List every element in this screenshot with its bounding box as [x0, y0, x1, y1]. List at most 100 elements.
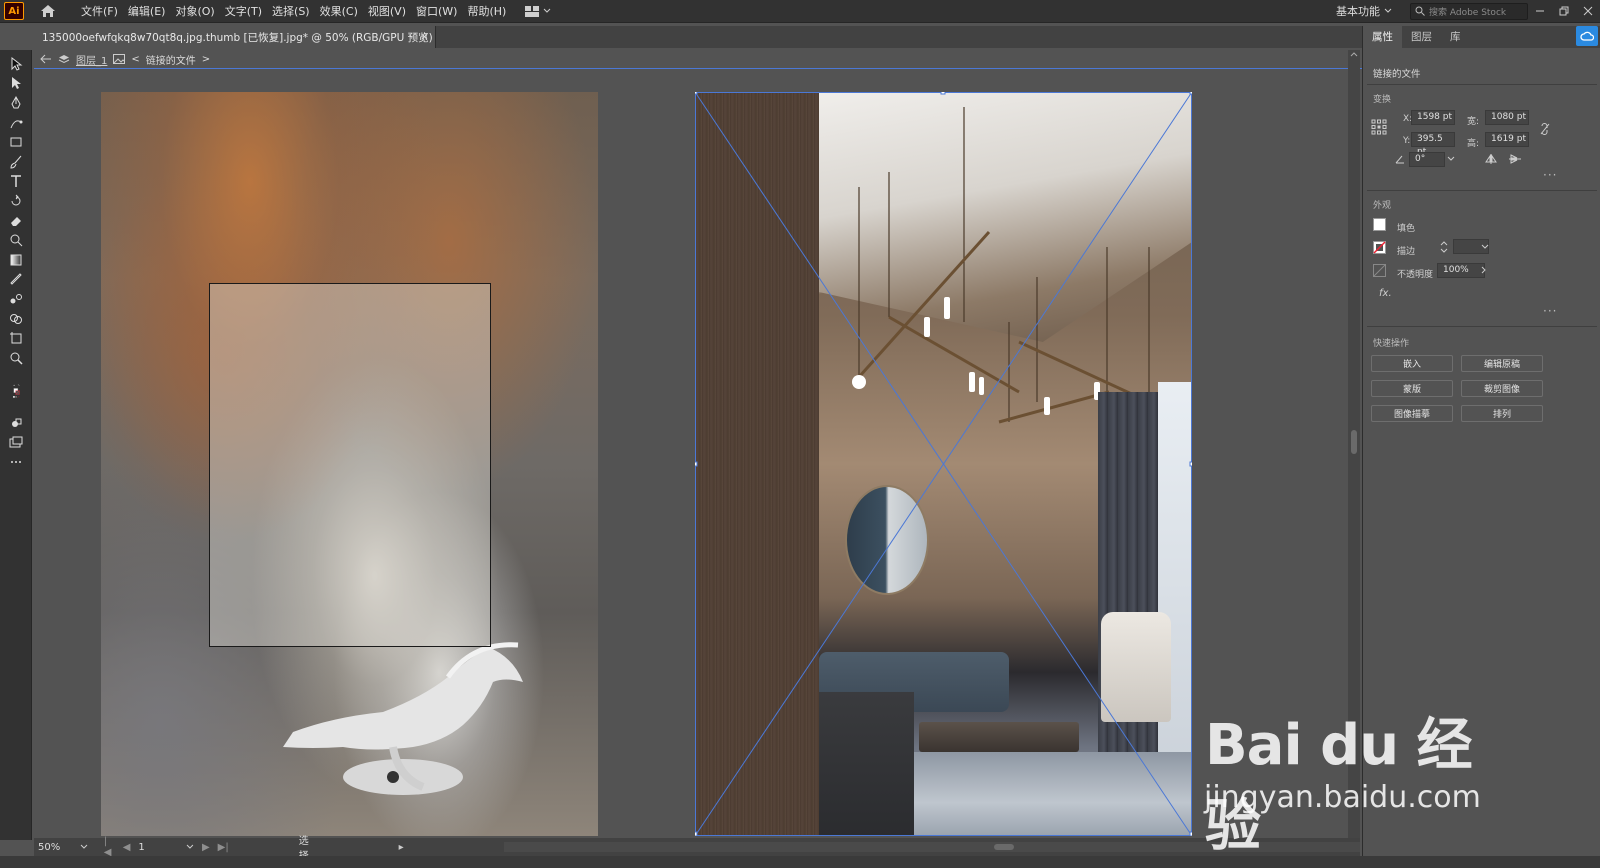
free-transform-icon — [10, 234, 23, 247]
vertical-scroll-thumb[interactable] — [1351, 430, 1357, 454]
stock-search-input[interactable]: 搜索 Adobe Stock — [1410, 2, 1528, 20]
width-field[interactable]: 1080 pt — [1485, 110, 1529, 125]
curvature-icon — [10, 119, 23, 128]
free-transform-tool[interactable] — [0, 230, 32, 250]
menu-effect[interactable]: 效果(C) — [315, 0, 363, 23]
close-window-button[interactable] — [1576, 0, 1600, 23]
document-tab[interactable]: 135000oefwfqkq8w70qt8q.jpg.thumb [已恢复].j… — [34, 26, 436, 48]
chevron-down-icon[interactable] — [1481, 244, 1489, 250]
type-icon — [11, 175, 21, 188]
image-trace-button[interactable]: 图像描摹 — [1371, 405, 1453, 422]
next-artboard-icon[interactable]: ▶ — [202, 842, 210, 853]
rectangle-icon — [10, 137, 22, 147]
reference-point-icon[interactable] — [1371, 119, 1387, 135]
arrange-documents-button[interactable] — [525, 5, 551, 17]
minimize-button[interactable] — [1528, 0, 1552, 23]
artboard-number[interactable]: 1 — [138, 842, 178, 853]
chevron-down-icon[interactable] — [1384, 8, 1392, 14]
type-tool[interactable] — [0, 172, 32, 192]
curvature-tool[interactable] — [0, 113, 32, 133]
horizontal-scrollbar[interactable] — [503, 842, 1360, 852]
tab-layers[interactable]: 图层 — [1402, 26, 1441, 48]
flip-vertical-icon[interactable] — [1509, 154, 1521, 164]
selection-rectangle[interactable] — [209, 283, 491, 647]
close-tab-icon[interactable]: × — [420, 30, 429, 43]
menu-window[interactable]: 窗口(W) — [411, 0, 462, 23]
appearance-more-icon[interactable]: ··· — [1543, 304, 1557, 318]
tab-libraries[interactable]: 库 — [1441, 26, 1470, 48]
menu-view[interactable]: 视图(V) — [363, 0, 411, 23]
status-menu-arrow-icon[interactable]: ▸ — [399, 842, 404, 853]
rotate-tool[interactable] — [0, 191, 32, 211]
menu-help[interactable]: 帮助(H) — [462, 0, 511, 23]
gradient-tool[interactable] — [0, 250, 32, 270]
chevron-right-icon[interactable] — [1481, 266, 1487, 274]
fill-stroke-swatches[interactable] — [0, 368, 32, 414]
width-label: 宽: — [1467, 117, 1480, 127]
workspace-switcher[interactable]: 基本功能 — [1336, 3, 1380, 19]
menu-select[interactable]: 选择(S) — [267, 0, 315, 23]
screen-mode-tool[interactable] — [0, 433, 32, 453]
restore-button[interactable] — [1552, 0, 1576, 23]
home-icon[interactable] — [34, 1, 62, 21]
horizontal-scroll-thumb[interactable] — [993, 844, 1014, 850]
scroll-up-icon[interactable] — [1348, 50, 1360, 60]
constrain-proportions-icon[interactable] — [1539, 122, 1551, 136]
fill-swatch[interactable] — [1373, 218, 1386, 231]
pen-tool[interactable] — [0, 93, 32, 113]
last-artboard-icon[interactable]: ▶| — [218, 842, 229, 853]
canvas[interactable] — [34, 72, 1360, 838]
fx-button[interactable]: fx. — [1379, 288, 1392, 299]
stroke-swatch[interactable] — [1373, 241, 1386, 254]
stroke-stepper-icon[interactable] — [1439, 239, 1449, 255]
menu-object[interactable]: 对象(O) — [170, 0, 219, 23]
creative-cloud-icon — [1580, 31, 1594, 41]
horse-sculpture-image — [283, 642, 523, 795]
menu-file[interactable]: 文件(F) — [76, 0, 123, 23]
edit-original-button[interactable]: 编辑原稿 — [1461, 355, 1543, 372]
shape-builder-tool[interactable] — [0, 309, 32, 329]
paintbrush-tool[interactable] — [0, 152, 32, 172]
artboard-left-image[interactable] — [101, 92, 598, 836]
height-field[interactable]: 1619 pt — [1485, 132, 1529, 147]
zoom-select[interactable]: 50% — [38, 840, 94, 854]
angle-field[interactable]: 0° — [1409, 152, 1445, 167]
vertical-scrollbar[interactable] — [1348, 50, 1360, 838]
drawing-mode-tool[interactable] — [0, 414, 32, 434]
eyedropper-tool[interactable] — [0, 270, 32, 290]
menu-type[interactable]: 文字(T) — [220, 0, 267, 23]
fill-label: 填色 — [1397, 224, 1416, 234]
mask-button[interactable]: 蒙版 — [1371, 380, 1453, 397]
chevron-down-icon[interactable] — [186, 844, 194, 850]
window — [1158, 382, 1192, 802]
prev-artboard-icon[interactable]: ◀ — [123, 842, 131, 853]
creative-cloud-button[interactable] — [1576, 26, 1598, 46]
direct-selection-tool[interactable] — [0, 74, 32, 94]
breadcrumb-linked-file[interactable]: 链接的文件 — [146, 52, 196, 67]
back-arrow-icon[interactable] — [40, 54, 52, 64]
x-field[interactable]: 1598 pt — [1411, 110, 1455, 125]
rectangle-tool[interactable] — [0, 132, 32, 152]
menu-edit[interactable]: 编辑(E) — [123, 0, 171, 23]
opacity-field[interactable]: 100% — [1437, 263, 1485, 278]
first-artboard-icon[interactable]: |◀ — [104, 836, 115, 858]
blend-tool[interactable] — [0, 289, 32, 309]
y-field[interactable]: 395.5 pt — [1411, 132, 1455, 157]
flip-horizontal-icon[interactable] — [1485, 154, 1497, 164]
artboard-tool[interactable] — [0, 328, 32, 348]
menu-bar: Ai 文件(F) 编辑(E) 对象(O) 文字(T) 选择(S) 效果(C) 视… — [0, 0, 1600, 23]
crop-image-button[interactable]: 裁剪图像 — [1461, 380, 1543, 397]
embed-button[interactable]: 嵌入 — [1371, 355, 1453, 372]
artboard-right-linked-image[interactable] — [695, 92, 1192, 836]
tab-properties[interactable]: 属性 — [1363, 26, 1402, 48]
zoom-tool[interactable] — [0, 348, 32, 368]
selection-tool[interactable] — [0, 54, 32, 74]
zoom-icon — [10, 352, 23, 365]
edit-toolbar-button[interactable] — [0, 453, 32, 473]
chevron-down-icon[interactable] — [1447, 156, 1455, 162]
breadcrumb-layer[interactable]: 图层_1 — [76, 52, 107, 67]
arrange-button[interactable]: 排列 — [1461, 405, 1543, 422]
transform-more-icon[interactable]: ··· — [1543, 168, 1557, 182]
fill-stroke-icon — [13, 383, 20, 398]
eraser-tool[interactable] — [0, 211, 32, 231]
